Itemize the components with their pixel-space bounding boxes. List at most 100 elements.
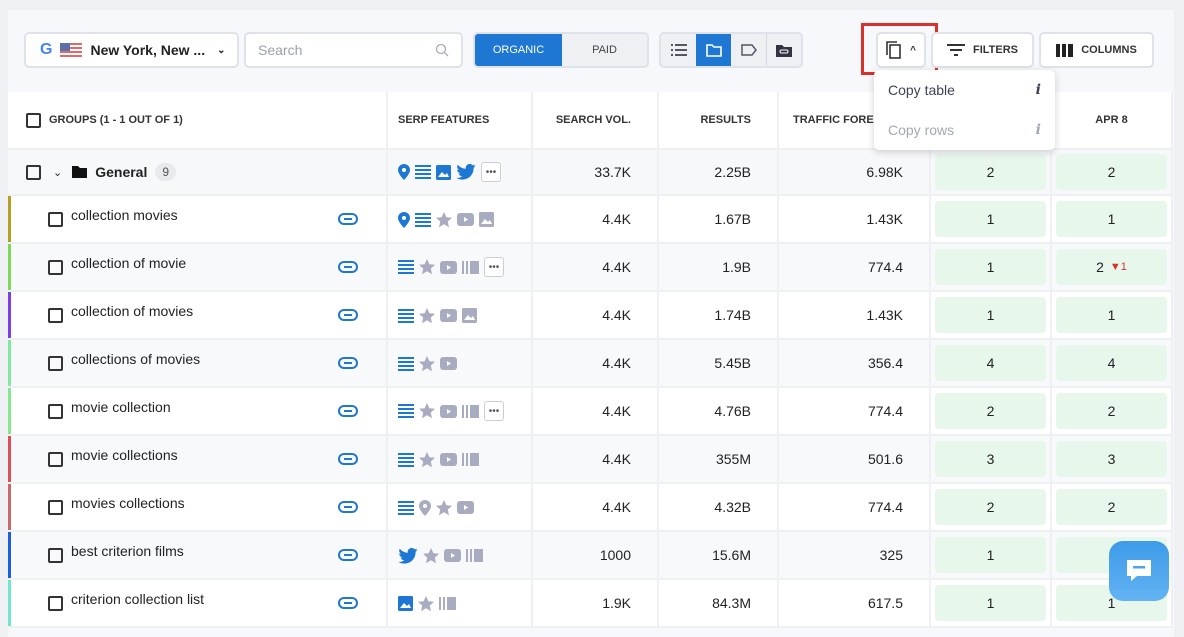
list-icon [398,356,414,371]
position-value: 1 [986,259,995,275]
position-cell: 3 [931,436,1052,484]
results-header[interactable]: RESULTS [659,92,779,150]
serp-features-cell [388,580,533,628]
list-icon [398,404,414,418]
row-checkbox[interactable] [48,547,63,563]
search-input[interactable]: Search [244,32,463,68]
traffic-cell: 501.6 [779,436,931,484]
more-icon[interactable]: ••• [481,162,506,182]
link-icon[interactable] [338,357,358,369]
row-checkbox[interactable] [48,499,63,515]
columns-button[interactable]: COLUMNS [1039,32,1154,68]
position-value: 1 [1107,307,1116,323]
organic-tab[interactable]: ORGANIC [475,34,562,66]
position-cell: 2 [1052,388,1173,436]
volume-header[interactable]: SEARCH VOL. [533,92,659,150]
link-icon[interactable] [338,213,358,225]
table-row[interactable]: collection of movies 4.4K 1.74B 1.43K 1 … [8,292,1173,340]
position-cell: 4 [931,340,1052,388]
video-icon [440,357,457,371]
position-value: 2 [1056,154,1167,190]
tag-view-button[interactable] [731,34,766,66]
chat-button[interactable] [1109,541,1169,601]
results-cell: 1.67B [659,196,779,244]
link-icon[interactable] [338,405,358,417]
serp-features-cell [388,340,533,388]
position-value: 1 [1107,211,1116,227]
chevron-down-icon[interactable]: ⌄ [53,166,62,179]
row-color-bar [8,196,11,242]
link-icon[interactable] [338,549,358,561]
table-row[interactable]: collection of movie ••• 4.4K 1.9B 774.4 … [8,244,1173,292]
location-selector[interactable]: G New York, New ... ⌄ [24,32,239,68]
table-row[interactable]: movie collection ••• 4.4K 4.76B 774.4 2 … [8,388,1173,436]
select-all-checkbox[interactable] [26,112,41,128]
info-icon[interactable]: i [1036,82,1041,98]
position-value: 4 [1107,355,1116,371]
row-checkbox[interactable] [48,595,63,611]
row-checkbox[interactable] [48,403,63,419]
keyword-text: best criterion films [71,543,184,559]
row-checkbox[interactable] [48,307,63,323]
star-icon [419,451,435,468]
volume-cell: 4.4K [533,436,659,484]
list-view-button[interactable] [661,34,696,66]
row-checkbox[interactable] [48,355,63,371]
linked-folder-view-button[interactable] [766,34,801,66]
traffic-cell: 1.43K [779,196,931,244]
keywords-table: GROUPS (1 - 1 OUT OF 1) SERP FEATURES SE… [8,92,1173,628]
more-icon[interactable]: ••• [484,257,509,277]
keyword-text: collection of movies [71,303,194,319]
more-icon[interactable]: ••• [484,401,509,421]
copy-rows-label: Copy rows [888,122,955,138]
link-icon[interactable] [338,261,358,273]
table-row[interactable]: collection movies 4.4K 1.67B 1.43K 1 1 [8,196,1173,244]
columns-icon [1056,43,1074,57]
row-color-bar [8,580,11,626]
serp-header[interactable]: SERP FEATURES [388,92,533,150]
chat-icon [1127,560,1151,581]
link-icon[interactable] [338,597,358,609]
position-cell: 1 [1052,196,1173,244]
link-icon[interactable] [338,453,358,465]
copy-dropdown-menu: Copy table i Copy rows i [874,70,1055,150]
row-checkbox[interactable] [48,211,63,227]
filters-button[interactable]: FILTERS [931,32,1034,68]
group-checkbox[interactable] [26,164,41,180]
star-icon [419,403,435,419]
keyword-text: criterion collection list [71,591,205,607]
position-cell: 3 [1052,436,1173,484]
image-icon [479,212,494,228]
row-color-bar [8,436,11,482]
table-row[interactable]: best criterion films 1000 15.6M 325 1 [8,532,1173,580]
row-checkbox[interactable] [48,451,63,467]
table-row[interactable]: criterion collection list 1.9K 84.3M 617… [8,580,1173,628]
results-cell: 84.3M [659,580,779,628]
link-icon[interactable] [338,309,358,321]
folder-view-button[interactable] [696,34,731,66]
paid-tab[interactable]: PAID [561,34,647,66]
table-row[interactable]: movies collections 4.4K 4.32B 774.4 2 2 [8,484,1173,532]
row-color-bar [8,244,11,290]
highlight-box [861,23,938,75]
group-row[interactable]: ⌄ General 9 ••• 33.7K 2.25B 6.98K 2 2 [8,150,1173,196]
image-icon [462,308,477,324]
volume-cell: 1.9K [533,580,659,628]
list-icon [398,452,414,467]
info-icon[interactable]: i [1036,122,1041,138]
table-row[interactable]: movie collections 4.4K 355M 501.6 3 3 [8,436,1173,484]
link-icon[interactable] [338,501,358,513]
filter-icon [946,44,965,56]
keyword-cell: best criterion films [8,532,388,580]
row-color-bar [8,484,11,530]
date2-header[interactable]: APR 8 [1052,92,1173,150]
volume-cell: 4.4K [533,196,659,244]
serp-features-cell [388,484,533,532]
row-checkbox[interactable] [48,259,63,275]
traffic-cell: 774.4 [779,484,931,532]
table-row[interactable]: collections of movies 4.4K 5.45B 356.4 4… [8,340,1173,388]
google-icon: G [40,41,53,58]
group-name: General [95,164,148,180]
position-value: 4 [986,355,995,371]
copy-table-item[interactable]: Copy table i [874,70,1055,110]
